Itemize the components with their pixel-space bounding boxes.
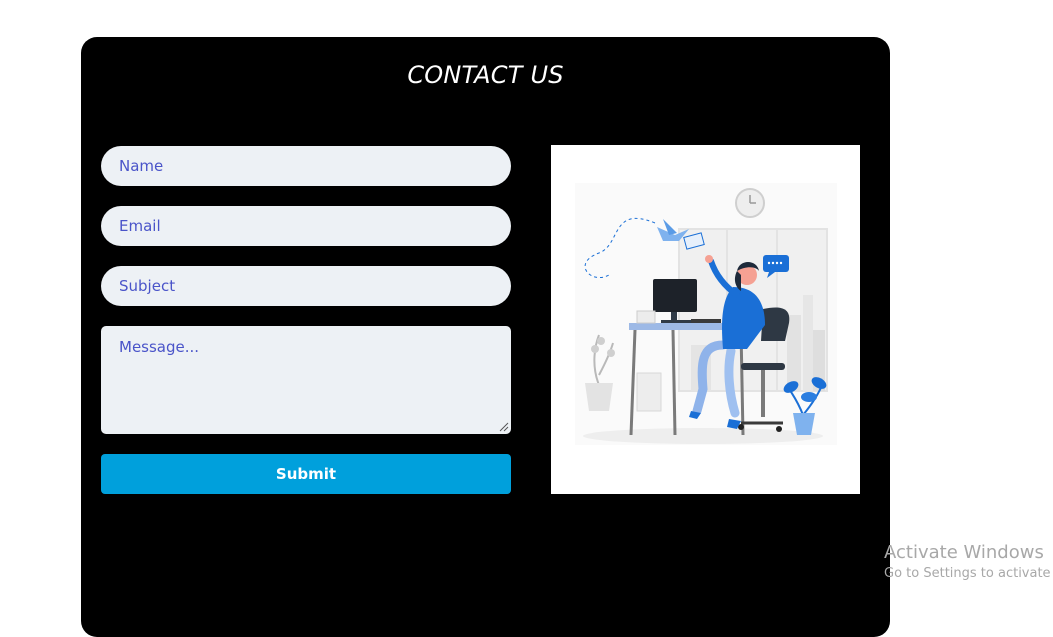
subject-placeholder: Subject [119,277,176,295]
watermark-line2: Go to Settings to activate [884,566,1051,581]
watermark-line1: Activate Windows [884,542,1044,563]
page-title: CONTACT US [407,61,564,89]
name-input[interactable]: Name [101,146,511,186]
name-placeholder: Name [119,157,164,175]
email-placeholder: Email [119,217,161,235]
subject-input[interactable]: Subject [101,266,511,306]
windows-activation-watermark: Activate Windows Go to Settings to activ… [884,542,1051,581]
submit-button[interactable]: Submit [101,454,511,494]
resize-handle-icon[interactable] [499,422,509,432]
clock-icon [735,188,765,218]
message-placeholder: Message... [119,338,200,356]
submit-label: Submit [275,465,337,483]
office-worker-illustration [551,145,860,494]
message-textarea[interactable]: Message... [101,326,511,434]
contact-card: CONTACT US Name Email Subject Message...… [81,37,890,637]
email-input[interactable]: Email [101,206,511,246]
illustration-svg [575,183,837,445]
